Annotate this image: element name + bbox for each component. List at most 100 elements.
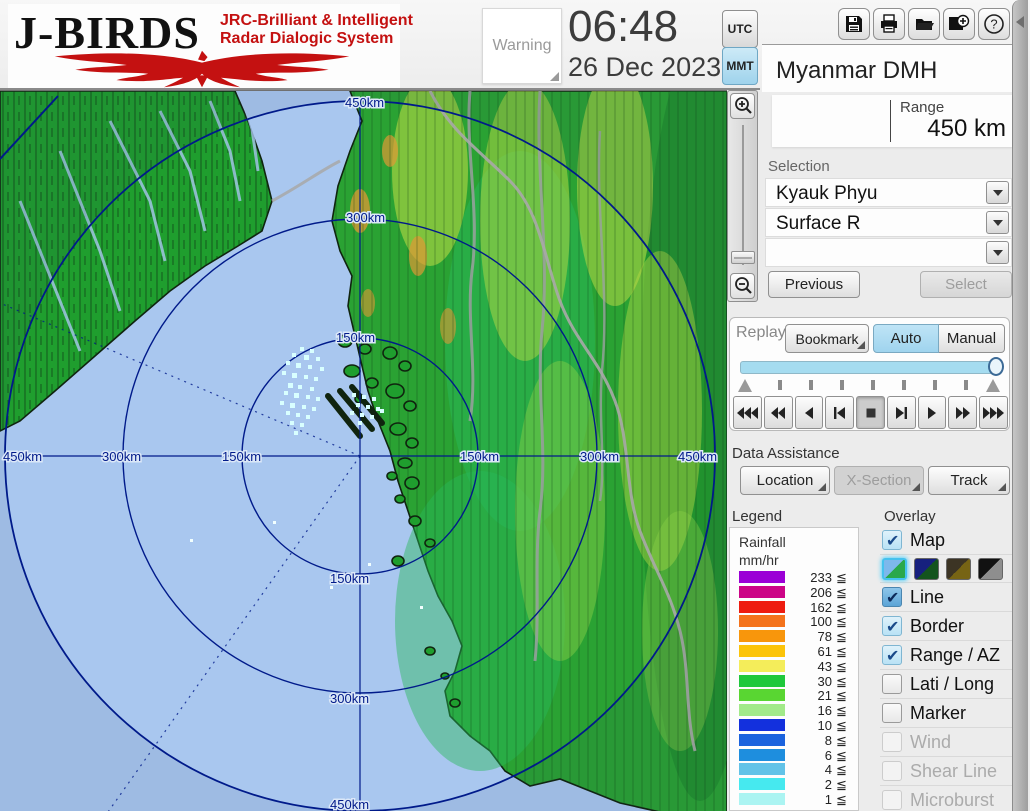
extra-dropdown-button[interactable] [986,241,1009,264]
xsection-label: X-Section [846,472,911,489]
wind-checkbox [882,732,902,752]
svg-text:450km: 450km [330,797,369,811]
overlay-row-marker[interactable]: Marker [880,699,1012,728]
border-checkbox[interactable] [882,616,902,636]
legend-color-swatch [739,704,785,716]
xsection-button[interactable]: X-Section [834,466,924,495]
location-label: Location [757,472,814,489]
zoom-in-icon [733,96,753,116]
help-button[interactable]: ? [978,8,1010,40]
range-label: Range [900,99,944,116]
map-style-swatch-3[interactable] [946,558,971,580]
warning-resize-grip-icon [550,72,559,81]
legend-color-swatch [739,749,785,761]
chevron-down-icon [993,250,1003,256]
legend-value: 30 [788,674,832,689]
rainfall-legend: Rainfall mm/hr 233≦ 206≦ 162≦ 100≦ 78≦ 6… [729,527,859,811]
map-zoom-control [727,90,758,302]
capture-image-button[interactable] [943,8,975,40]
logo-tagline: JRC-Brilliant & Intelligent Radar Dialog… [220,12,413,48]
location-button[interactable]: Location [740,466,830,495]
replay-slider-thumb[interactable] [988,357,1004,376]
map-checkbox[interactable] [882,530,902,550]
legend-value: 4 [788,762,832,777]
overlay-row-line[interactable]: Line [880,583,1012,612]
slider-tick [933,380,937,390]
overlay-row-lati-long[interactable]: Lati / Long [880,670,1012,699]
legend-value: 43 [788,659,832,674]
map-style-swatch-1[interactable] [882,558,907,580]
step-forward-icon [895,406,908,420]
print-button[interactable] [873,8,905,40]
overlay-row-shear-line: Shear Line [880,757,1012,786]
zoom-in-button[interactable] [730,93,755,119]
open-folder-button[interactable] [908,8,940,40]
select-button[interactable]: Select [920,271,1012,298]
open-folder-icon [914,14,934,34]
warning-button[interactable]: Warning [482,8,562,84]
track-button[interactable]: Track [928,466,1010,495]
map-style-swatch-4[interactable] [978,558,1003,580]
manual-button[interactable]: Manual [939,324,1005,353]
forward-fast3-button[interactable] [979,396,1008,429]
save-button[interactable] [838,8,870,40]
legend-lte-symbol: ≦ [836,600,847,616]
zoom-slider-thumb[interactable] [731,251,755,264]
rewind-fast2-button[interactable] [764,396,793,429]
map-style-swatch-2[interactable] [914,558,939,580]
overlay-row-border[interactable]: Border [880,612,1012,641]
forward-fast2-button[interactable] [948,396,977,429]
legend-lte-symbol: ≦ [836,718,847,734]
replay-slider-track[interactable] [740,361,998,374]
svg-text:300km: 300km [330,691,369,706]
replay-slider-ticks [738,378,1000,392]
overlay-item-label: Border [910,616,964,637]
legend-color-swatch [739,778,785,790]
previous-button[interactable]: Previous [768,271,860,298]
range-az-checkbox[interactable] [882,645,902,665]
stop-icon [865,407,877,419]
legend-row: 16≦ [730,703,860,718]
radar-map[interactable]: 450km 300km 150km 150km 300km 450km 450k… [0,90,727,811]
logo-tagline-1: JRC-Brilliant & Intelligent [220,12,413,30]
radar-map-canvas: 450km 300km 150km 150km 300km 450km 450k… [0,91,727,811]
overlay-item-label: Lati / Long [910,674,994,695]
auto-button[interactable]: Auto [873,324,939,353]
slider-start-marker-icon [738,379,752,392]
mmt-button[interactable]: MMT [722,47,758,85]
play-button[interactable] [918,396,947,429]
utc-button[interactable]: UTC [722,10,758,48]
selection-label: Selection [768,158,830,175]
step-forward-button[interactable] [887,396,916,429]
line-checkbox[interactable] [882,587,902,607]
site-dropdown[interactable]: Kyauk Phyu [765,178,1012,207]
legend-row: 78≦ [730,629,860,644]
play-reverse-button[interactable] [795,396,824,429]
site-dropdown-button[interactable] [986,181,1009,204]
location-menu-grip-icon [818,483,826,491]
forward-fast2-icon [955,406,971,420]
legend-value: 6 [788,748,832,763]
marker-checkbox[interactable] [882,703,902,723]
overlay-row-wind: Wind [880,728,1012,757]
rewind-fast3-button[interactable] [733,396,762,429]
svg-text:150km: 150km [330,571,369,586]
step-back-button[interactable] [825,396,854,429]
legend-row: 6≦ [730,748,860,763]
bookmark-button[interactable]: Bookmark [785,324,869,353]
overlay-row-range-az[interactable]: Range / AZ [880,641,1012,670]
panel-collapse-strip[interactable] [1012,0,1028,811]
slider-tick [840,380,844,390]
legend-lte-symbol: ≦ [836,688,847,704]
legend-section-label: Legend [732,508,782,525]
zoom-out-button[interactable] [730,273,755,299]
overlay-row-map[interactable]: Map [880,526,1012,555]
product-dropdown-button[interactable] [986,211,1009,234]
zoom-slider-track[interactable] [742,125,744,265]
product-dropdown[interactable]: Surface R [765,208,1012,237]
stop-button[interactable] [856,396,885,429]
rewind-fast2-icon [770,406,786,420]
extra-dropdown[interactable] [765,238,1012,267]
overlay-item-label: Range / AZ [910,645,1000,666]
lati-long-checkbox[interactable] [882,674,902,694]
